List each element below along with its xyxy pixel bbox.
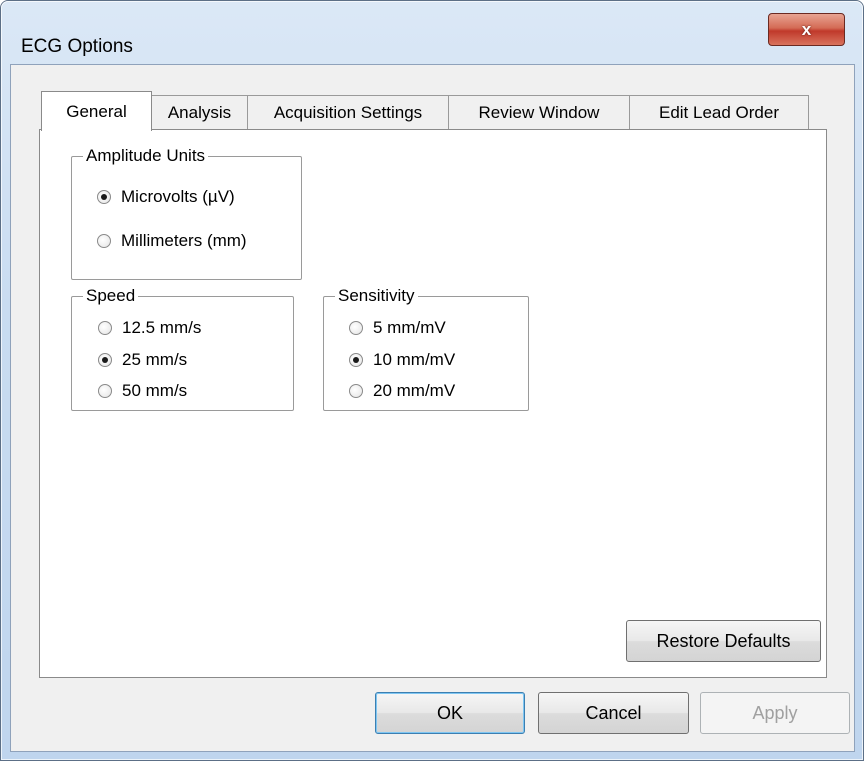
close-icon: x bbox=[801, 19, 812, 39]
speed-50-radio[interactable]: 50 mm/s bbox=[98, 381, 187, 401]
sensitivity-10-label: 10 mm/mV bbox=[373, 350, 456, 369]
sensitivity-label: Sensitivity bbox=[335, 286, 418, 306]
cancel-button[interactable]: Cancel bbox=[538, 692, 689, 734]
millimeters-radio[interactable]: Millimeters (mm) bbox=[97, 231, 247, 251]
radio-checked-icon bbox=[98, 353, 112, 367]
tab-general[interactable]: General bbox=[41, 91, 152, 131]
general-tab-panel: Amplitude Units Microvolts (µV) Millimet… bbox=[39, 129, 827, 678]
speed-25-radio[interactable]: 25 mm/s bbox=[98, 350, 187, 370]
radio-unchecked-icon bbox=[98, 384, 112, 398]
speed-25-label: 25 mm/s bbox=[122, 350, 188, 369]
sensitivity-20-radio[interactable]: 20 mm/mV bbox=[349, 381, 455, 401]
millimeters-label: Millimeters (mm) bbox=[121, 231, 247, 250]
amplitude-units-label: Amplitude Units bbox=[83, 146, 209, 166]
sensitivity-20-label: 20 mm/mV bbox=[373, 381, 456, 400]
sensitivity-5-label: 5 mm/mV bbox=[373, 318, 446, 337]
radio-unchecked-icon bbox=[349, 321, 363, 335]
amplitude-units-group: Amplitude Units bbox=[71, 146, 302, 280]
tab-edit-lead-order[interactable]: Edit Lead Order bbox=[629, 95, 809, 130]
radio-unchecked-icon bbox=[97, 234, 111, 248]
microvolts-label: Microvolts (µV) bbox=[121, 187, 235, 206]
radio-unchecked-icon bbox=[98, 321, 112, 335]
tab-review-window[interactable]: Review Window bbox=[448, 95, 630, 130]
tab-acquisition-settings[interactable]: Acquisition Settings bbox=[247, 95, 449, 130]
window-title: ECG Options bbox=[21, 36, 133, 57]
ok-button[interactable]: OK bbox=[375, 692, 525, 734]
apply-button[interactable]: Apply bbox=[700, 692, 850, 734]
sensitivity-10-radio[interactable]: 10 mm/mV bbox=[349, 350, 455, 370]
radio-checked-icon bbox=[349, 353, 363, 367]
close-button[interactable]: x bbox=[768, 13, 845, 46]
radio-checked-icon bbox=[97, 190, 111, 204]
speed-label: Speed bbox=[83, 286, 139, 306]
sensitivity-5-radio[interactable]: 5 mm/mV bbox=[349, 318, 446, 338]
restore-defaults-button[interactable]: Restore Defaults bbox=[626, 620, 821, 662]
speed-12-5-label: 12.5 mm/s bbox=[122, 318, 202, 337]
tab-analysis[interactable]: Analysis bbox=[151, 95, 248, 130]
microvolts-radio[interactable]: Microvolts (µV) bbox=[97, 187, 235, 207]
radio-unchecked-icon bbox=[349, 384, 363, 398]
speed-12-5-radio[interactable]: 12.5 mm/s bbox=[98, 318, 201, 338]
speed-50-label: 50 mm/s bbox=[122, 381, 188, 400]
